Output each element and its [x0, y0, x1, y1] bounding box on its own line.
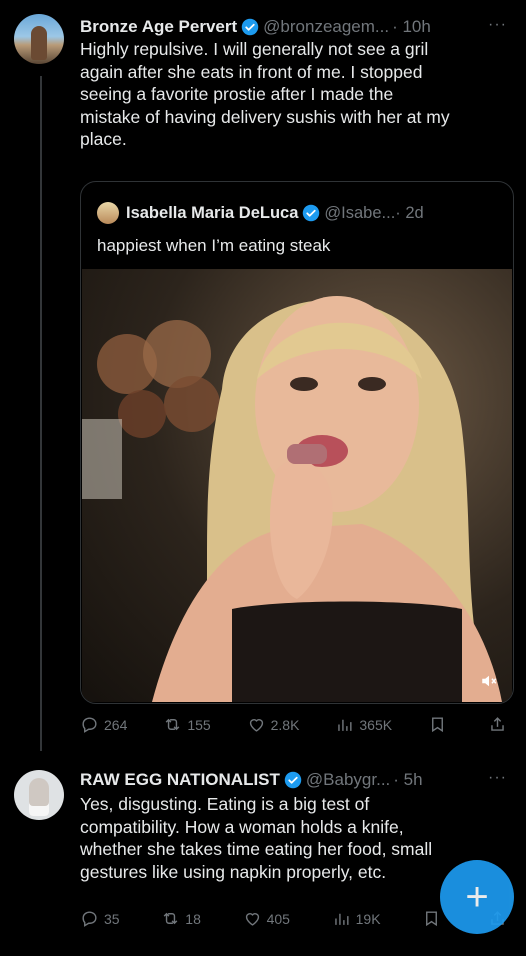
avatar[interactable]: [14, 770, 64, 820]
bookmark-icon: [432, 717, 444, 733]
author-name[interactable]: Bronze Age Pervert: [80, 16, 237, 38]
quoted-handle: @Isabe...: [324, 203, 396, 222]
compose-button[interactable]: +: [440, 860, 514, 934]
views-icon: [338, 719, 352, 731]
quoted-photo[interactable]: [82, 269, 512, 702]
tweet-actions: 264 155 2.8K 365K: [80, 715, 512, 734]
repost-count: 18: [185, 910, 201, 927]
reply-icon: [82, 717, 97, 733]
views-icon: [334, 913, 349, 925]
bookmark-icon: [426, 911, 438, 927]
repost-button[interactable]: 18: [161, 909, 201, 928]
mute-icon[interactable]: [476, 672, 502, 694]
verified-badge-icon: [284, 771, 302, 789]
share-icon: [491, 717, 504, 731]
quoted-author-name: Isabella Maria DeLuca: [126, 203, 299, 222]
tweet-text: Yes, disgusting. Eating is a big test of…: [80, 794, 433, 882]
like-button[interactable]: 2.8K: [247, 715, 300, 734]
author-name[interactable]: RAW EGG NATIONALIST: [80, 769, 280, 791]
repost-count: 155: [187, 716, 211, 733]
quoted-text: happiest when I’m eating steak: [97, 236, 331, 255]
repost-icon: [163, 912, 178, 925]
quoted-header: Isabella Maria DeLuca @Isabe... · 2d: [97, 202, 424, 224]
reply-icon: [82, 911, 97, 927]
repost-icon: [165, 718, 180, 731]
views-button[interactable]: 19K: [332, 909, 381, 928]
reply-button[interactable]: 35: [80, 909, 120, 928]
reply-count: 35: [104, 910, 120, 927]
more-options-icon[interactable]: ···: [488, 769, 507, 787]
reply-button[interactable]: 264: [80, 715, 127, 734]
author-handle[interactable]: @bronzeagem...: [263, 16, 389, 38]
like-count: 2.8K: [270, 716, 300, 733]
timestamp[interactable]: · 5h: [393, 769, 422, 791]
author-handle[interactable]: @Babygr...: [306, 769, 390, 791]
quoted-timestamp: · 2d: [395, 203, 424, 222]
quoted-tweet[interactable]: Isabella Maria DeLuca @Isabe... · 2d hap…: [80, 181, 514, 704]
thread-line: [40, 76, 42, 751]
quoted-avatar: [97, 202, 119, 224]
views-count: 19K: [355, 910, 381, 927]
heart-icon: [245, 913, 259, 926]
avatar[interactable]: [14, 14, 64, 64]
more-options-icon[interactable]: ···: [488, 16, 507, 34]
like-count: 405: [266, 910, 290, 927]
reply-count: 264: [104, 716, 128, 733]
heart-icon: [249, 719, 263, 732]
photo-illustration: [82, 296, 502, 702]
views-button[interactable]: 365K: [335, 715, 392, 734]
verified-badge-icon: [303, 204, 320, 222]
share-button[interactable]: [488, 715, 512, 734]
tweet-header: RAW EGG NATIONALIST @Babygr... · 5h: [80, 769, 423, 791]
views-count: 365K: [359, 716, 393, 733]
verified-badge-icon: [241, 18, 259, 36]
bookmark-button[interactable]: [428, 715, 452, 734]
tweet-text: Highly repulsive. I will generally not s…: [80, 39, 450, 149]
like-button[interactable]: 405: [243, 909, 290, 928]
tweet-header: Bronze Age Pervert @bronzeagem... · 10h: [80, 16, 431, 38]
timestamp[interactable]: · 10h: [392, 16, 431, 38]
repost-button[interactable]: 155: [163, 715, 211, 734]
plus-icon: +: [465, 875, 489, 919]
